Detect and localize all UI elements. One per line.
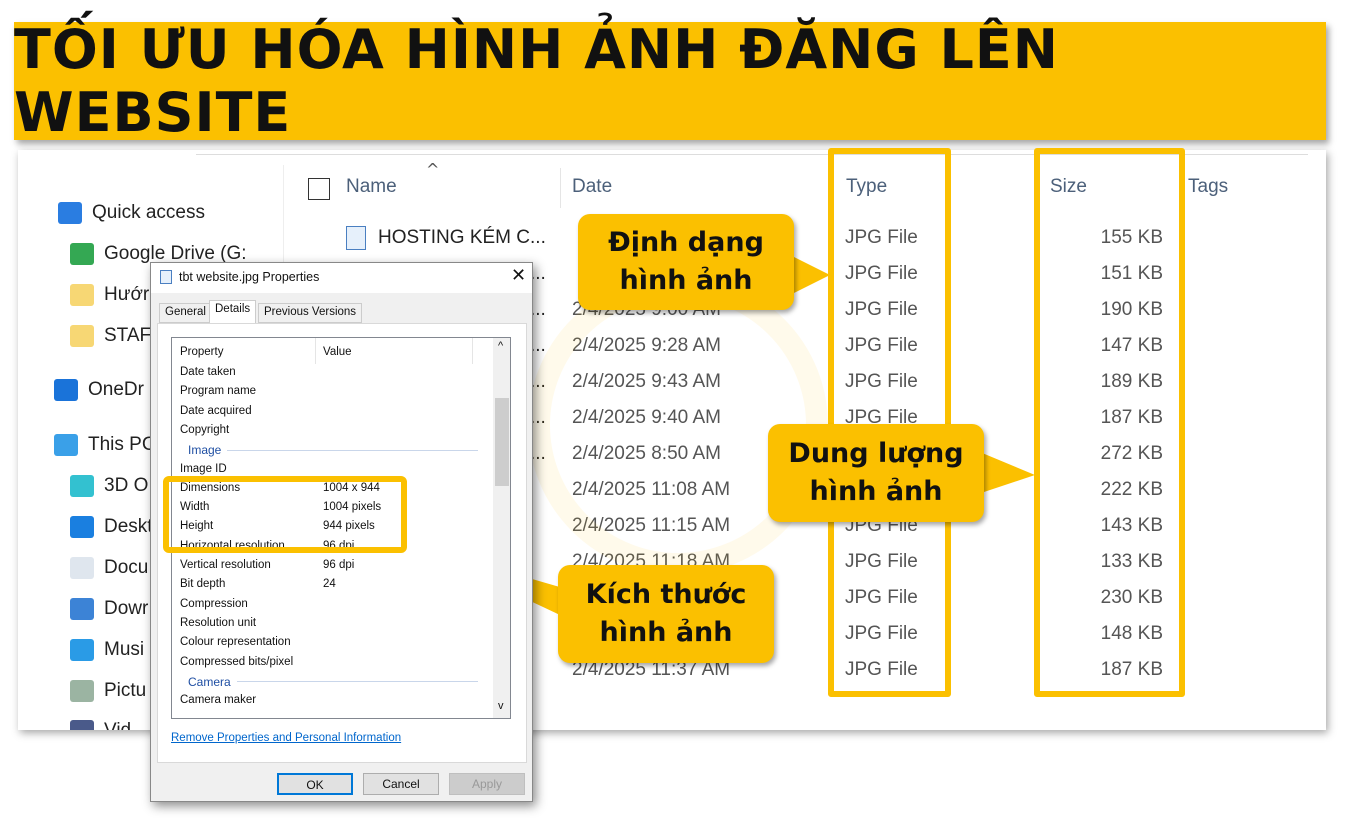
property-name: Copyright <box>180 423 230 436</box>
image-file-icon <box>160 270 172 284</box>
callout-text: hình ảnh <box>619 265 753 296</box>
scroll-up-icon[interactable]: ^ <box>498 340 503 352</box>
tab-previous-versions[interactable]: Previous Versions <box>258 303 363 323</box>
property-row[interactable]: Date taken <box>172 366 492 384</box>
callout-text: Dung lượng <box>788 438 964 469</box>
callout-text: hình ảnh <box>809 476 943 507</box>
close-icon[interactable]: ✕ <box>511 265 526 286</box>
section-header: Camera <box>188 675 478 689</box>
scrollbar-thumb[interactable] <box>495 398 509 486</box>
property-row[interactable]: Resolution unit <box>172 617 492 635</box>
section-label: Image <box>188 443 222 458</box>
property-value: 24 <box>323 578 336 591</box>
property-name: Image ID <box>180 462 227 475</box>
property-name: Colour representation <box>180 636 291 649</box>
property-row[interactable]: Compression <box>172 598 492 616</box>
property-row[interactable]: Bit depth 24 <box>172 578 492 596</box>
column-header-value[interactable]: Value <box>323 346 352 358</box>
tab-details[interactable]: Details <box>209 300 257 324</box>
property-row[interactable]: Program name <box>172 385 492 403</box>
property-name: Date acquired <box>180 404 252 417</box>
property-name: Program name <box>180 385 257 398</box>
property-name: Date taken <box>180 366 236 378</box>
size-callout: Dung lượng hình ảnh <box>768 424 984 522</box>
property-row[interactable]: Colour representation <box>172 636 492 654</box>
column-divider <box>315 338 316 364</box>
scrollbar[interactable]: ^ v <box>493 338 510 718</box>
dialog-title: tbt website.jpg Properties <box>179 270 320 284</box>
tab-general[interactable]: General <box>159 303 212 323</box>
size-callout-pointer <box>975 450 1035 495</box>
property-name: Compression <box>180 597 248 610</box>
property-value: 96 dpi <box>323 559 355 571</box>
remove-properties-link[interactable]: Remove Properties and Personal Informati… <box>171 732 401 744</box>
callout-text: Kích thước <box>585 579 747 610</box>
column-divider <box>472 338 473 364</box>
callout-text: Định dạng <box>608 227 764 258</box>
dialog-title-bar: tbt website.jpg Properties ✕ <box>151 263 532 293</box>
apply-button[interactable]: Apply <box>449 773 525 795</box>
section-divider <box>227 449 478 451</box>
cancel-button[interactable]: Cancel <box>363 773 439 795</box>
property-row[interactable]: Camera maker <box>172 694 492 712</box>
callout-text: hình ảnh <box>599 617 733 648</box>
property-row[interactable]: Copyright <box>172 424 492 442</box>
property-name: Vertical resolution <box>180 559 271 571</box>
dimensions-highlight <box>163 476 407 553</box>
column-header-property[interactable]: Property <box>180 346 223 358</box>
section-divider <box>236 681 478 683</box>
property-row[interactable]: Vertical resolution 96 dpi <box>172 559 492 577</box>
section-header: Image <box>188 443 478 457</box>
property-name: Resolution unit <box>180 616 257 629</box>
dimensions-callout: Kích thước hình ảnh <box>558 565 774 663</box>
format-callout: Định dạng hình ảnh <box>578 214 794 310</box>
property-row[interactable]: Compressed bits/pixel <box>172 656 492 674</box>
property-name: Compressed bits/pixel <box>180 655 294 668</box>
section-label: Camera <box>188 674 231 689</box>
property-name: Camera maker <box>180 694 257 707</box>
property-name: Bit depth <box>180 578 226 591</box>
ok-button[interactable]: OK <box>277 773 353 795</box>
scroll-down-icon[interactable]: v <box>498 700 504 712</box>
property-row[interactable]: Date acquired <box>172 405 492 423</box>
